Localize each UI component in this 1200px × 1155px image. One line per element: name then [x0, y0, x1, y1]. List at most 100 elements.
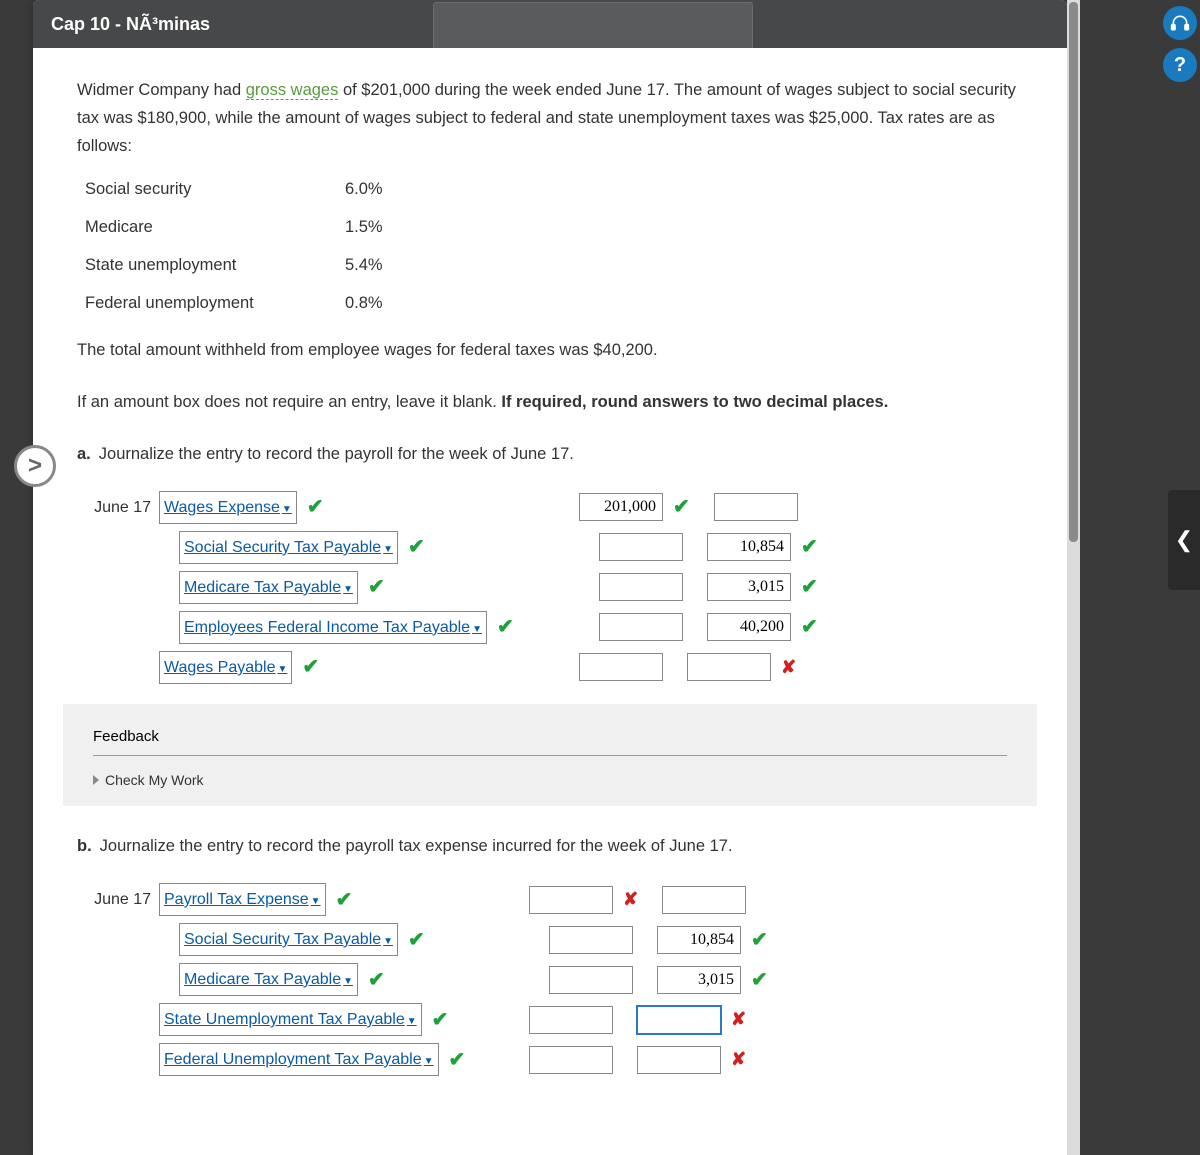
feedback-panel: Feedback Check My Work [63, 704, 1037, 806]
feedback-title: Feedback [93, 728, 1007, 745]
check-icon: ✔ [432, 1003, 449, 1037]
debit-input[interactable] [529, 886, 613, 914]
caret-down-icon: ▼ [472, 624, 482, 635]
help-icon[interactable]: ? [1163, 48, 1197, 82]
debit-input[interactable] [529, 1006, 613, 1034]
tax-row: Federal unemployment0.8% [85, 284, 1023, 322]
question-a: a.Journalize the entry to record the pay… [77, 440, 1023, 468]
account-dropdown[interactable]: Payroll Tax Expense▼ [159, 883, 326, 916]
account-dropdown[interactable]: State Unemployment Tax Payable▼ [159, 1003, 422, 1036]
debit-input[interactable] [529, 1046, 613, 1074]
caret-down-icon: ▼ [343, 584, 353, 595]
scrollbar[interactable] [1067, 0, 1080, 1155]
credit-input[interactable] [687, 653, 771, 681]
credit-input[interactable] [657, 966, 741, 994]
credit-input[interactable] [707, 573, 791, 601]
headset-icon[interactable] [1163, 6, 1197, 40]
check-icon: ✔ [302, 650, 319, 684]
question-b: b.Journalize the entry to record the pay… [77, 832, 1023, 860]
tax-row: Social security6.0% [85, 170, 1023, 208]
debit-input[interactable] [599, 613, 683, 641]
credit-input[interactable] [707, 613, 791, 641]
check-icon: ✔ [449, 1043, 466, 1077]
card-header: Cap 10 - NÃ³minas [33, 0, 1067, 48]
caret-down-icon: ▼ [407, 1016, 417, 1027]
x-icon: ✘ [623, 884, 638, 915]
entry-date: June 17 [91, 886, 159, 913]
check-icon: ✔ [368, 963, 385, 997]
account-dropdown[interactable]: Federal Unemployment Tax Payable▼ [159, 1043, 439, 1076]
withheld-text: The total amount withheld from employee … [77, 336, 1023, 364]
drawer-toggle[interactable]: ❮ [1168, 490, 1200, 590]
check-icon: ✔ [408, 923, 425, 957]
credit-input[interactable] [637, 1006, 721, 1034]
journal-row: Medicare Tax Payable▼ ✔ ✔ [91, 963, 1023, 997]
tax-rate-table: Social security6.0% Medicare1.5% State u… [85, 170, 1023, 322]
check-icon: ✔ [673, 490, 690, 524]
intro-text: Widmer Company had gross wages of $201,0… [77, 76, 1023, 160]
content-area-b: b.Journalize the entry to record the pay… [33, 832, 1067, 1076]
credit-input[interactable] [707, 533, 791, 561]
x-icon: ✘ [731, 1044, 746, 1075]
journal-row: Employees Federal Income Tax Payable▼ ✔ … [91, 610, 1023, 644]
check-my-work-button[interactable]: Check My Work [93, 772, 1007, 788]
instructions: If an amount box does not require an ent… [77, 388, 1023, 416]
caret-down-icon: ▼ [424, 1056, 434, 1067]
question-card: Cap 10 - NÃ³minas Widmer Company had gro… [33, 0, 1067, 1155]
journal-row: Medicare Tax Payable▼ ✔ ✔ [91, 570, 1023, 604]
account-dropdown[interactable]: Social Security Tax Payable▼ [179, 531, 398, 564]
check-icon: ✔ [336, 883, 353, 917]
journal-row: June 17 Payroll Tax Expense▼ ✔ ✘ [91, 883, 1023, 917]
play-icon [93, 775, 99, 785]
account-dropdown[interactable]: Employees Federal Income Tax Payable▼ [179, 611, 487, 644]
debit-input[interactable] [549, 926, 633, 954]
chevron-right-icon: > [28, 452, 42, 480]
credit-input[interactable] [714, 493, 798, 521]
check-icon: ✔ [801, 530, 818, 564]
debit-input[interactable] [599, 533, 683, 561]
caret-down-icon: ▼ [383, 544, 393, 555]
account-dropdown[interactable]: Medicare Tax Payable▼ [179, 963, 358, 996]
credit-input[interactable] [662, 886, 746, 914]
header-tab [433, 2, 753, 48]
journal-row: June 17 Wages Expense▼ ✔ ✔ [91, 490, 1023, 524]
gross-wages-link[interactable]: gross wages [246, 81, 339, 100]
journal-b: June 17 Payroll Tax Expense▼ ✔ ✘ Social … [91, 883, 1023, 1077]
check-icon: ✔ [307, 490, 324, 524]
caret-down-icon: ▼ [277, 664, 287, 675]
debit-input[interactable] [549, 966, 633, 994]
debit-input[interactable] [579, 653, 663, 681]
caret-down-icon: ▼ [311, 896, 321, 907]
tax-row: Medicare1.5% [85, 208, 1023, 246]
account-dropdown[interactable]: Medicare Tax Payable▼ [179, 571, 358, 604]
journal-row: State Unemployment Tax Payable▼ ✔ ✘ [91, 1003, 1023, 1037]
side-tools: ? [1163, 6, 1199, 90]
x-icon: ✘ [731, 1004, 746, 1035]
credit-input[interactable] [657, 926, 741, 954]
credit-input[interactable] [637, 1046, 721, 1074]
journal-row: Social Security Tax Payable▼ ✔ ✔ [91, 923, 1023, 957]
x-icon: ✘ [781, 652, 796, 683]
account-dropdown[interactable]: Wages Expense▼ [159, 491, 297, 524]
divider [93, 755, 1007, 756]
content-area: Widmer Company had gross wages of $201,0… [33, 48, 1067, 684]
journal-row: Wages Payable▼ ✔ ✘ [91, 650, 1023, 684]
check-icon: ✔ [408, 530, 425, 564]
debit-input[interactable] [579, 493, 663, 521]
check-icon: ✔ [368, 570, 385, 604]
journal-row: Social Security Tax Payable▼ ✔ ✔ [91, 530, 1023, 564]
caret-down-icon: ▼ [383, 936, 393, 947]
debit-input[interactable] [599, 573, 683, 601]
caret-down-icon: ▼ [343, 976, 353, 987]
chevron-left-icon: ❮ [1175, 527, 1193, 553]
check-icon: ✔ [497, 610, 514, 644]
account-dropdown[interactable]: Social Security Tax Payable▼ [179, 923, 398, 956]
header-title: Cap 10 - NÃ³minas [51, 14, 210, 34]
next-nav-button[interactable]: > [14, 445, 56, 487]
check-icon: ✔ [751, 963, 768, 997]
entry-date: June 17 [91, 494, 159, 521]
journal-a: June 17 Wages Expense▼ ✔ ✔ Social Securi… [91, 490, 1023, 684]
account-dropdown[interactable]: Wages Payable▼ [159, 651, 292, 684]
journal-row: Federal Unemployment Tax Payable▼ ✔ ✘ [91, 1043, 1023, 1077]
scrollbar-thumb[interactable] [1069, 2, 1078, 542]
